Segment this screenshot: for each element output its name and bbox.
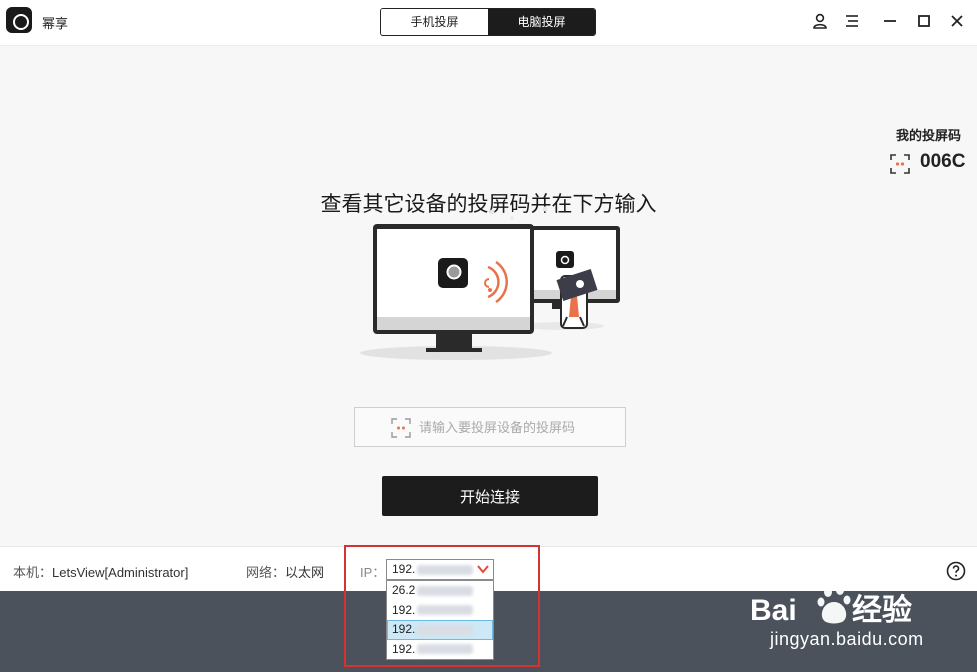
my-code-value: 006C [920, 151, 966, 172]
ip-option[interactable]: 192. [387, 601, 493, 621]
ip-dropdown-list: 26.2 192. 192. 192. [386, 580, 494, 660]
minimize-icon[interactable] [881, 12, 899, 30]
ip-option-selected[interactable]: 192. [387, 620, 493, 640]
ip-option[interactable]: 26.2 [387, 581, 493, 601]
app-title: 幂享 [42, 16, 69, 31]
my-code-label: 我的投屏码 [895, 128, 961, 143]
tab-phone-cast[interactable]: 手机投屏 [381, 9, 488, 35]
cast-code-input-box [354, 407, 626, 447]
scan-code-icon [890, 154, 910, 174]
network-info: 网络：以太网 [246, 562, 324, 581]
cast-code-input[interactable] [419, 416, 615, 438]
user-icon[interactable] [811, 12, 829, 30]
screen-mirror-illustration [360, 206, 620, 360]
chevron-down-icon[interactable] [476, 562, 490, 576]
mode-switch: 手机投屏 电脑投屏 [380, 8, 596, 36]
ip-label: IP： [360, 565, 386, 580]
watermark-url: jingyan.baidu.com [770, 629, 924, 649]
menu-icon[interactable] [843, 12, 861, 30]
host-info: 本机：LetsView[Administrator] [13, 562, 188, 581]
network-value: 以太网 [285, 565, 325, 580]
tab-pc-cast[interactable]: 电脑投屏 [488, 9, 595, 35]
svg-text:经验: 经验 [852, 593, 912, 627]
ip-redacted [417, 564, 474, 575]
ip-option[interactable]: 192. [387, 640, 493, 660]
maximize-icon[interactable] [915, 12, 933, 30]
app-logo-icon [6, 7, 32, 33]
scan-code-icon[interactable] [391, 418, 411, 438]
start-connect-button[interactable]: 开始连接 [382, 476, 598, 516]
ip-selected-value: 192. [392, 562, 416, 576]
host-value: LetsView[Administrator] [52, 565, 189, 580]
host-label: 本机： [13, 565, 53, 580]
help-icon[interactable] [946, 561, 966, 581]
svg-text:Bai: Bai [750, 594, 797, 627]
close-icon[interactable] [948, 12, 966, 30]
network-label: 网络： [246, 565, 286, 580]
title-bar: 幂享 手机投屏 电脑投屏 [0, 0, 977, 46]
ip-select[interactable]: 192. [386, 559, 494, 580]
